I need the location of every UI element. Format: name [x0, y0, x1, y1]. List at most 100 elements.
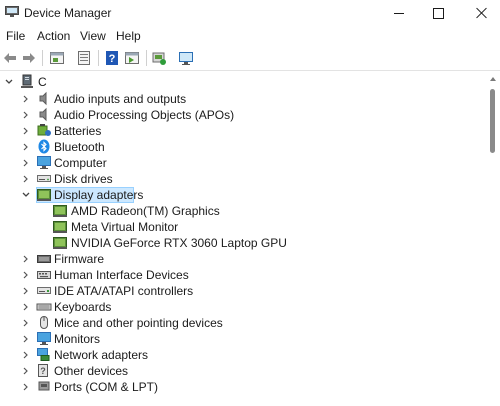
chevron-right-icon[interactable] — [21, 381, 31, 393]
chevron-right-icon[interactable] — [21, 285, 31, 297]
back-arrow-icon[interactable] — [2, 50, 18, 66]
tree-item-disk-drives[interactable]: Disk drives — [0, 171, 486, 187]
scrollbar-thumb[interactable] — [490, 89, 495, 153]
chevron-right-icon[interactable] — [21, 301, 31, 313]
unknown-device-icon: ? — [38, 364, 48, 377]
tree-item-label: Monitors — [54, 332, 101, 346]
tree-item-other-devices[interactable]: ? Other devices — [0, 363, 486, 379]
chevron-right-icon[interactable] — [21, 365, 31, 377]
device-item-label: Meta Virtual Monitor — [71, 220, 179, 234]
action-pane-icon[interactable] — [124, 50, 140, 66]
scroll-up-arrow-icon[interactable] — [490, 77, 496, 81]
menu-bar: File Action View Help — [0, 27, 500, 45]
tree-item-audio-inputs-outputs[interactable]: Audio inputs and outputs — [0, 91, 486, 107]
computer-root-icon — [21, 74, 33, 88]
chevron-right-icon[interactable] — [21, 173, 31, 185]
chevron-right-icon[interactable] — [21, 317, 31, 329]
toolbar-separator — [146, 50, 147, 66]
tree-item-label: Human Interface Devices — [54, 268, 189, 282]
tree-item-label: Network adapters — [54, 348, 149, 362]
minimize-button[interactable] — [382, 0, 416, 26]
help-icon[interactable]: ? — [104, 50, 120, 66]
tree-item-computer[interactable]: Computer — [0, 155, 486, 171]
toolbar-separator — [42, 50, 43, 66]
vertical-scrollbar[interactable] — [487, 71, 500, 406]
computer-icon — [37, 156, 51, 169]
tree-item-label: Keyboards — [54, 300, 112, 314]
tree-item-label: Audio inputs and outputs — [54, 92, 187, 106]
chevron-right-icon[interactable] — [21, 157, 31, 169]
device-item-nvidia-geforce[interactable]: NVIDIA GeForce RTX 3060 Laptop GPU — [0, 235, 486, 251]
chevron-right-icon[interactable] — [21, 93, 31, 105]
tree-item-display-adapters[interactable]: Display adapters — [0, 187, 486, 203]
port-icon — [38, 381, 50, 391]
speaker-icon — [39, 107, 47, 122]
tree-item-label: Display adapters — [54, 188, 144, 202]
toolbar-separator — [98, 50, 99, 66]
network-adapter-icon — [37, 348, 50, 361]
tree-item-label: Computer — [54, 156, 107, 170]
tree-item-label: Audio Processing Objects (APOs) — [54, 108, 235, 122]
tree-item-network-adapters[interactable]: Network adapters — [0, 347, 486, 363]
tree-item-audio-processing-objects[interactable]: Audio Processing Objects (APOs) — [0, 107, 486, 123]
device-item-meta-virtual-monitor[interactable]: Meta Virtual Monitor — [0, 219, 486, 235]
tree-item-keyboards[interactable]: Keyboards — [0, 299, 486, 315]
maximize-icon — [432, 7, 444, 19]
menu-file[interactable]: File — [6, 29, 25, 43]
battery-icon — [37, 124, 51, 136]
tree-item-label: Bluetooth — [54, 140, 105, 154]
close-button[interactable] — [465, 0, 499, 26]
tree-root-label: C — [38, 75, 47, 89]
display-adapter-icon — [53, 221, 67, 233]
firmware-icon — [37, 255, 51, 263]
forward-arrow-icon[interactable] — [21, 50, 37, 66]
window-title: Device Manager — [24, 6, 112, 20]
device-tree: C Audio inputs and outputs Audio Process… — [0, 71, 486, 406]
chevron-down-icon[interactable] — [4, 76, 14, 88]
chevron-right-icon[interactable] — [21, 333, 31, 345]
device-item-label: NVIDIA GeForce RTX 3060 Laptop GPU — [71, 236, 287, 250]
chevron-right-icon[interactable] — [21, 349, 31, 361]
scan-hardware-icon[interactable] — [178, 50, 194, 66]
tree-root[interactable]: C — [0, 74, 486, 90]
tree-item-label: Batteries — [54, 124, 102, 138]
toolbar: ? — [0, 46, 500, 71]
device-item-label: AMD Radeon(TM) Graphics — [71, 204, 220, 218]
tree-item-label: Disk drives — [54, 172, 113, 186]
device-item-amd-radeon[interactable]: AMD Radeon(TM) Graphics — [0, 203, 486, 219]
tree-item-label: IDE ATA/ATAPI controllers — [54, 284, 194, 298]
close-icon — [476, 7, 488, 19]
show-hidden-icon[interactable] — [76, 50, 92, 66]
chevron-right-icon[interactable] — [21, 141, 31, 153]
tree-item-human-interface-devices[interactable]: Human Interface Devices — [0, 267, 486, 283]
chevron-right-icon[interactable] — [21, 269, 31, 281]
svg-text:?: ? — [40, 366, 46, 376]
tree-item-bluetooth[interactable]: Bluetooth — [0, 139, 486, 155]
tree-item-label: Other devices — [54, 364, 129, 378]
hid-icon — [37, 271, 51, 279]
tree-item-mice[interactable]: Mice and other pointing devices — [0, 315, 486, 331]
chevron-right-icon[interactable] — [21, 125, 31, 137]
menu-help[interactable]: Help — [116, 29, 141, 43]
tree-item-firmware[interactable]: Firmware — [0, 251, 486, 267]
tree-item-batteries[interactable]: Batteries — [0, 123, 486, 139]
device-manager-icon — [5, 6, 19, 17]
menu-view[interactable]: View — [80, 29, 106, 43]
chevron-right-icon[interactable] — [21, 109, 31, 121]
svg-text:?: ? — [109, 53, 116, 65]
tree-item-label: Ports (COM & LPT) — [54, 380, 159, 394]
tree-item-ide-ata-atapi[interactable]: IDE ATA/ATAPI controllers — [0, 283, 486, 299]
tree-item-label: Mice and other pointing devices — [54, 316, 223, 330]
monitor-icon — [37, 332, 51, 345]
chevron-right-icon[interactable] — [21, 253, 31, 265]
chevron-down-icon[interactable] — [21, 189, 31, 201]
bluetooth-icon — [38, 139, 50, 154]
menu-action[interactable]: Action — [37, 29, 70, 43]
maximize-button[interactable] — [421, 0, 455, 26]
update-driver-icon[interactable] — [151, 50, 167, 66]
tree-item-monitors[interactable]: Monitors — [0, 331, 486, 347]
tree-item-ports[interactable]: Ports (COM & LPT) — [0, 379, 486, 395]
mouse-icon — [40, 316, 48, 329]
properties-icon[interactable] — [49, 50, 65, 66]
keyboard-icon — [36, 303, 52, 311]
